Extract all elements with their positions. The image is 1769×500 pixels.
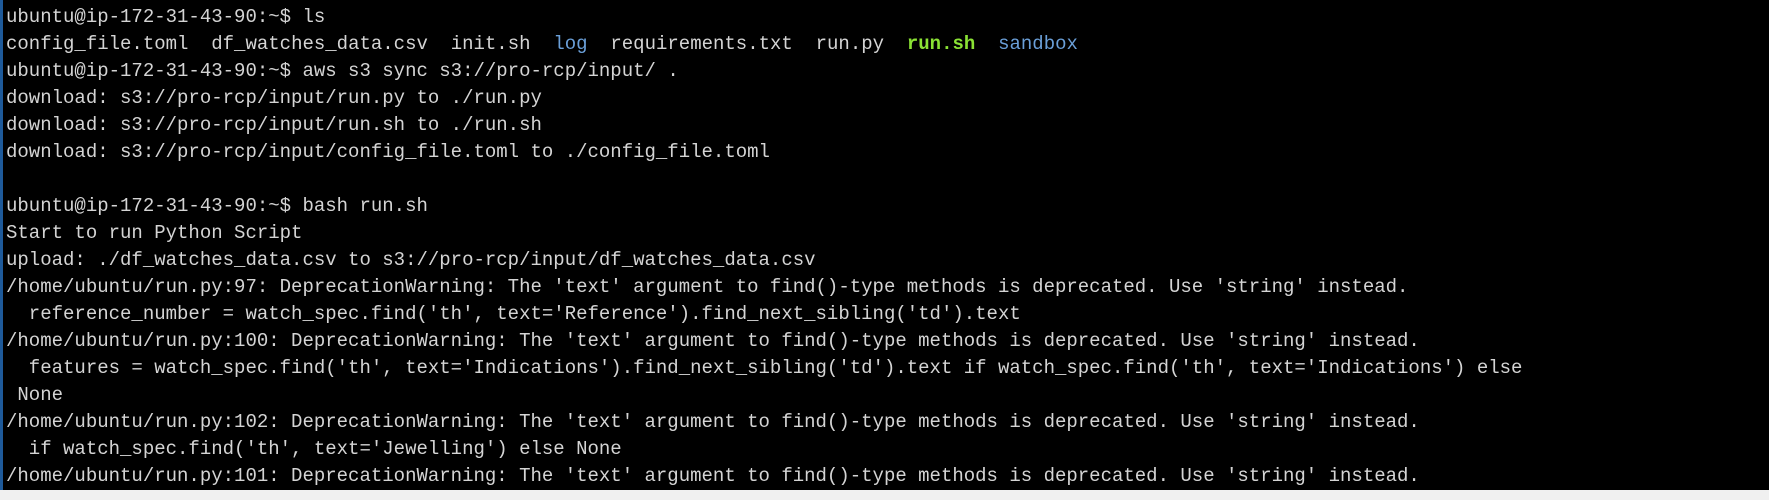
code-line: reference_number = watch_spec.find('th',… (6, 303, 1021, 325)
warning-line: /home/ubuntu/run.py:101: DeprecationWarn… (6, 465, 1420, 487)
output-line: Start to run Python Script (6, 222, 303, 244)
window-bottom-bar (0, 490, 1769, 500)
directory-entry: log (553, 33, 588, 55)
file-entry: run.py (815, 33, 885, 55)
command: bash run.sh (302, 195, 428, 217)
code-line: features = watch_spec.find('th', text='I… (6, 357, 1523, 379)
file-entry: init.sh (450, 33, 531, 55)
output-line: download: s3://pro-rcp/input/run.sh to .… (6, 114, 542, 136)
command: ls (302, 6, 326, 28)
warning-line: /home/ubuntu/run.py:102: DeprecationWarn… (6, 411, 1420, 433)
prompt: ubuntu@ip-172-31-43-90:~$ (6, 195, 303, 217)
ls-output-line: config_file.toml df_watches_data.csv ini… (6, 31, 1522, 58)
window-edge (0, 0, 3, 490)
code-line: if watch_spec.find('th', text='Jewelling… (6, 438, 622, 460)
command-line: ubuntu@ip-172-31-43-90:~$ ls (6, 4, 1522, 31)
output-line: upload: ./df_watches_data.csv to s3://pr… (6, 249, 816, 271)
prompt: ubuntu@ip-172-31-43-90:~$ (6, 60, 303, 82)
prompt: ubuntu@ip-172-31-43-90:~$ (6, 6, 303, 28)
terminal-window[interactable]: ubuntu@ip-172-31-43-90:~$ ls config_file… (0, 0, 1769, 490)
file-entry: df_watches_data.csv (211, 33, 428, 55)
code-line: None (6, 384, 64, 406)
file-entry: config_file.toml (6, 33, 189, 55)
command-line: ubuntu@ip-172-31-43-90:~$ aws s3 sync s3… (6, 58, 1522, 85)
command: aws s3 sync s3://pro-rcp/input/ . (302, 60, 679, 82)
file-entry: requirements.txt (610, 33, 793, 55)
output-line: download: s3://pro-rcp/input/config_file… (6, 141, 770, 163)
warning-line: /home/ubuntu/run.py:97: DeprecationWarni… (6, 276, 1409, 298)
directory-entry: sandbox (998, 33, 1078, 55)
command-line: ubuntu@ip-172-31-43-90:~$ bash run.sh (6, 193, 1522, 220)
output-line: download: s3://pro-rcp/input/run.py to .… (6, 87, 542, 109)
executable-entry: run.sh (906, 33, 976, 55)
terminal-output: ubuntu@ip-172-31-43-90:~$ ls config_file… (6, 4, 1522, 490)
warning-line: /home/ubuntu/run.py:100: DeprecationWarn… (6, 330, 1420, 352)
